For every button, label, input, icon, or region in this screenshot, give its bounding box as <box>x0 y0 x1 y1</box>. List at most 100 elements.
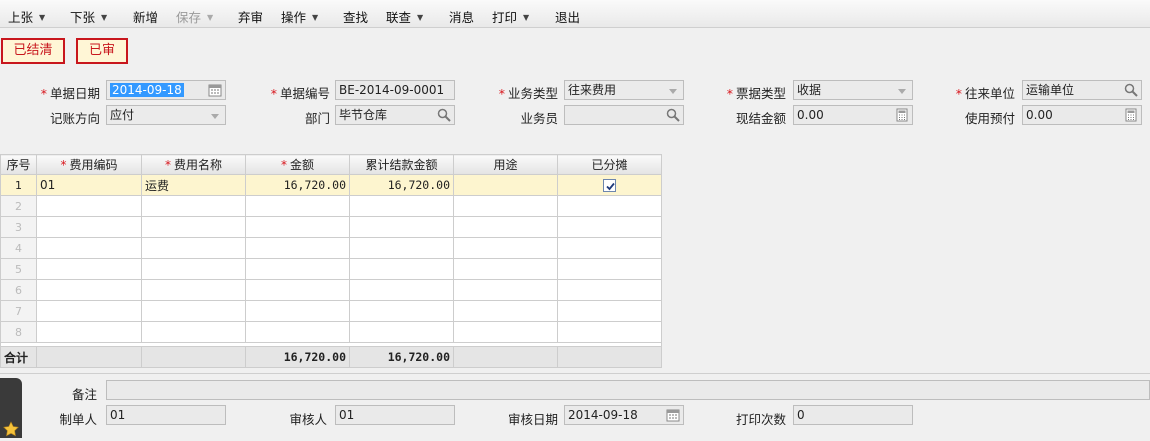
expense-name-cell[interactable] <box>141 300 246 322</box>
print-menu-button[interactable]: 打印 ▼ <box>492 7 529 26</box>
floating-favorites-widget[interactable] <box>0 378 22 438</box>
amount-cell[interactable] <box>245 258 350 280</box>
expense-code-cell[interactable] <box>36 321 142 343</box>
prepay-field[interactable]: 0.00 <box>1022 105 1142 125</box>
audit-date-field[interactable]: 2014-09-18 <box>564 405 684 425</box>
expense-name-cell[interactable] <box>141 279 246 301</box>
cash-amount-field[interactable]: 0.00 <box>793 105 913 125</box>
allocated-cell[interactable] <box>557 321 662 343</box>
link-query-menu-button[interactable]: 联查 ▼ <box>386 7 423 26</box>
settled-amount-cell[interactable] <box>349 258 454 280</box>
expense-name-cell[interactable] <box>141 216 246 238</box>
amount-cell[interactable] <box>245 195 350 217</box>
amount-cell[interactable] <box>245 216 350 238</box>
dept-field[interactable]: 毕节仓库 <box>335 105 455 125</box>
amount-cell[interactable] <box>245 279 350 301</box>
expense-code-cell[interactable] <box>36 300 142 322</box>
prev-menu-button[interactable]: 上张 ▼ <box>8 7 45 26</box>
col-header-settled[interactable]: 累计结款金额 <box>349 154 454 175</box>
amount-cell[interactable] <box>245 321 350 343</box>
settled-amount-cell[interactable] <box>349 279 454 301</box>
settled-amount-cell[interactable] <box>349 216 454 238</box>
table-row[interactable]: 1 01 运费 16,720.00 16,720.00 <box>0 174 662 196</box>
expense-code-cell[interactable] <box>36 258 142 280</box>
table-row[interactable]: 4 <box>0 237 662 259</box>
allocated-cell[interactable] <box>557 174 662 196</box>
allocated-cell[interactable] <box>557 279 662 301</box>
calendar-icon[interactable] <box>665 407 681 423</box>
allocated-cell[interactable] <box>557 237 662 259</box>
creator-field[interactable]: 01 <box>106 405 226 425</box>
col-header-usage[interactable]: 用途 <box>453 154 558 175</box>
usage-cell[interactable] <box>453 279 558 301</box>
usage-cell[interactable] <box>453 321 558 343</box>
dropdown-arrow-icon[interactable] <box>669 89 677 94</box>
expense-name-cell[interactable] <box>141 321 246 343</box>
settled-amount-cell[interactable] <box>349 321 454 343</box>
col-header-code[interactable]: * 费用编码 <box>36 154 142 175</box>
table-row[interactable]: 2 <box>0 195 662 217</box>
usage-cell[interactable] <box>453 195 558 217</box>
table-row[interactable]: 3 <box>0 216 662 238</box>
amount-cell[interactable] <box>245 237 350 259</box>
settled-amount-cell[interactable] <box>349 300 454 322</box>
allocated-cell[interactable] <box>557 195 662 217</box>
settled-amount-cell[interactable] <box>349 237 454 259</box>
doc-no-field[interactable]: BE-2014-09-0001 <box>335 80 455 100</box>
operations-menu-button[interactable]: 操作 ▼ <box>281 7 318 26</box>
expense-name-cell[interactable] <box>141 258 246 280</box>
search-icon[interactable] <box>1123 82 1139 98</box>
expense-code-cell[interactable]: 01 <box>36 174 142 196</box>
direction-select[interactable]: 应付 <box>106 105 226 125</box>
usage-cell[interactable] <box>453 258 558 280</box>
expense-code-cell[interactable] <box>36 195 142 217</box>
table-row[interactable]: 5 <box>0 258 662 280</box>
expense-name-cell[interactable] <box>141 195 246 217</box>
col-header-amount[interactable]: * 金额 <box>245 154 350 175</box>
partner-field[interactable]: 运输单位 <box>1022 80 1142 100</box>
dropdown-arrow-icon[interactable] <box>211 114 219 119</box>
next-menu-button[interactable]: 下张 ▼ <box>70 7 107 26</box>
expense-name-cell[interactable] <box>141 237 246 259</box>
ticket-type-select[interactable]: 收据 <box>793 80 913 100</box>
find-button[interactable]: 查找 <box>343 7 368 26</box>
abandon-audit-button[interactable]: 弃审 <box>238 7 263 26</box>
expense-code-cell[interactable] <box>36 216 142 238</box>
search-icon[interactable] <box>436 107 452 123</box>
dropdown-arrow-icon[interactable] <box>898 89 906 94</box>
print-count-field[interactable]: 0 <box>793 405 913 425</box>
col-header-allocated[interactable]: 已分摊 <box>557 154 662 175</box>
expense-code-cell[interactable] <box>36 237 142 259</box>
biz-type-select[interactable]: 往来费用 <box>564 80 684 100</box>
settled-amount-cell[interactable]: 16,720.00 <box>349 174 454 196</box>
search-icon[interactable] <box>665 107 681 123</box>
allocated-cell[interactable] <box>557 216 662 238</box>
allocated-cell[interactable] <box>557 258 662 280</box>
allocated-cell[interactable] <box>557 300 662 322</box>
calculator-icon[interactable] <box>1123 107 1139 123</box>
calendar-icon[interactable] <box>207 82 223 98</box>
allocated-checkbox[interactable] <box>603 179 616 192</box>
salesman-field[interactable] <box>564 105 684 125</box>
table-row[interactable]: 8 <box>0 321 662 343</box>
auditor-field[interactable]: 01 <box>335 405 455 425</box>
amount-cell[interactable] <box>245 300 350 322</box>
expense-name-cell[interactable]: 运费 <box>141 174 246 196</box>
usage-cell[interactable] <box>453 216 558 238</box>
usage-cell[interactable] <box>453 300 558 322</box>
usage-cell[interactable] <box>453 237 558 259</box>
remark-field[interactable] <box>106 380 1150 400</box>
table-row[interactable]: 7 <box>0 300 662 322</box>
amount-cell[interactable]: 16,720.00 <box>245 174 350 196</box>
usage-cell[interactable] <box>453 174 558 196</box>
settled-amount-cell[interactable] <box>349 195 454 217</box>
exit-button[interactable]: 退出 <box>555 7 580 26</box>
calculator-icon[interactable] <box>894 107 910 123</box>
messages-button[interactable]: 消息 <box>449 7 474 26</box>
new-button[interactable]: 新增 <box>133 7 158 26</box>
expense-code-cell[interactable] <box>36 279 142 301</box>
table-row[interactable]: 6 <box>0 279 662 301</box>
col-header-name[interactable]: * 费用名称 <box>141 154 246 175</box>
doc-date-field[interactable]: 2014-09-18 <box>106 80 226 100</box>
col-header-no[interactable]: 序号 <box>0 154 37 175</box>
